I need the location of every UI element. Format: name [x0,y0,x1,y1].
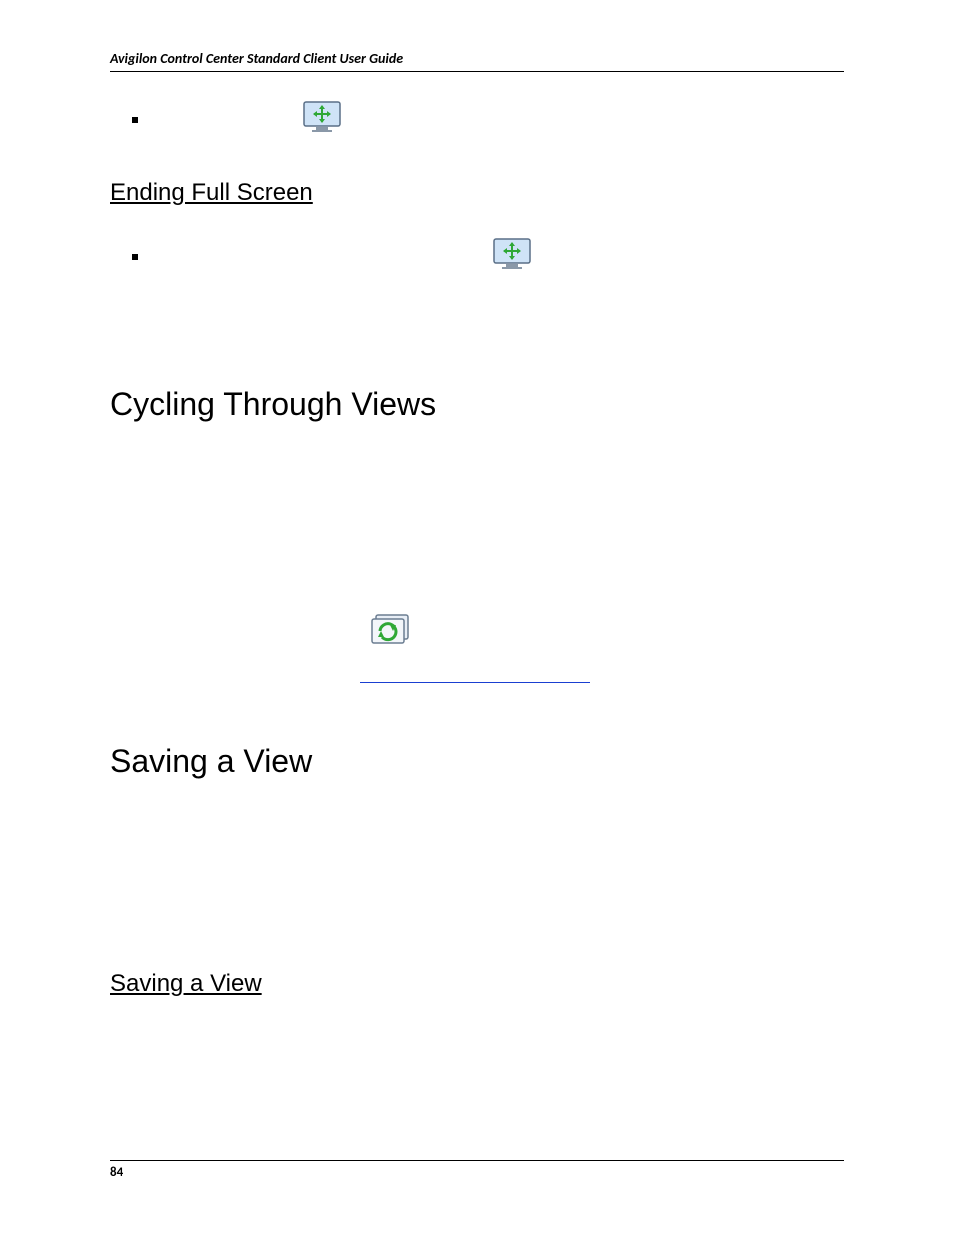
page-footer: 84 [110,1160,844,1180]
bullet-item [132,237,844,276]
header-title: Avigilon Control Center Standard Client … [110,50,844,67]
fullscreen-monitor-icon [492,237,532,276]
cycle-icon-row [370,613,844,658]
footer-rule [110,1160,844,1161]
heading-saving-view: Saving a View [110,743,844,780]
page-number: 84 [110,1165,844,1180]
heading-cycling-views: Cycling Through Views [110,386,844,423]
subheading-saving-view: Saving a View [110,970,844,998]
fullscreen-monitor-icon [302,100,342,139]
page-header: Avigilon Control Center Standard Client … [110,50,844,72]
document-page: Avigilon Control Center Standard Client … [0,0,954,1235]
cycle-views-icon [370,613,414,658]
header-rule [110,71,844,72]
page-content: Ending Full Screen Cycling Through Views [110,100,844,998]
hyperlink-underline[interactable] [360,682,590,683]
bullet-marker [132,117,138,123]
subheading-ending-fullscreen: Ending Full Screen [110,179,844,207]
bullet-item [132,100,844,139]
bullet-marker [132,254,138,260]
